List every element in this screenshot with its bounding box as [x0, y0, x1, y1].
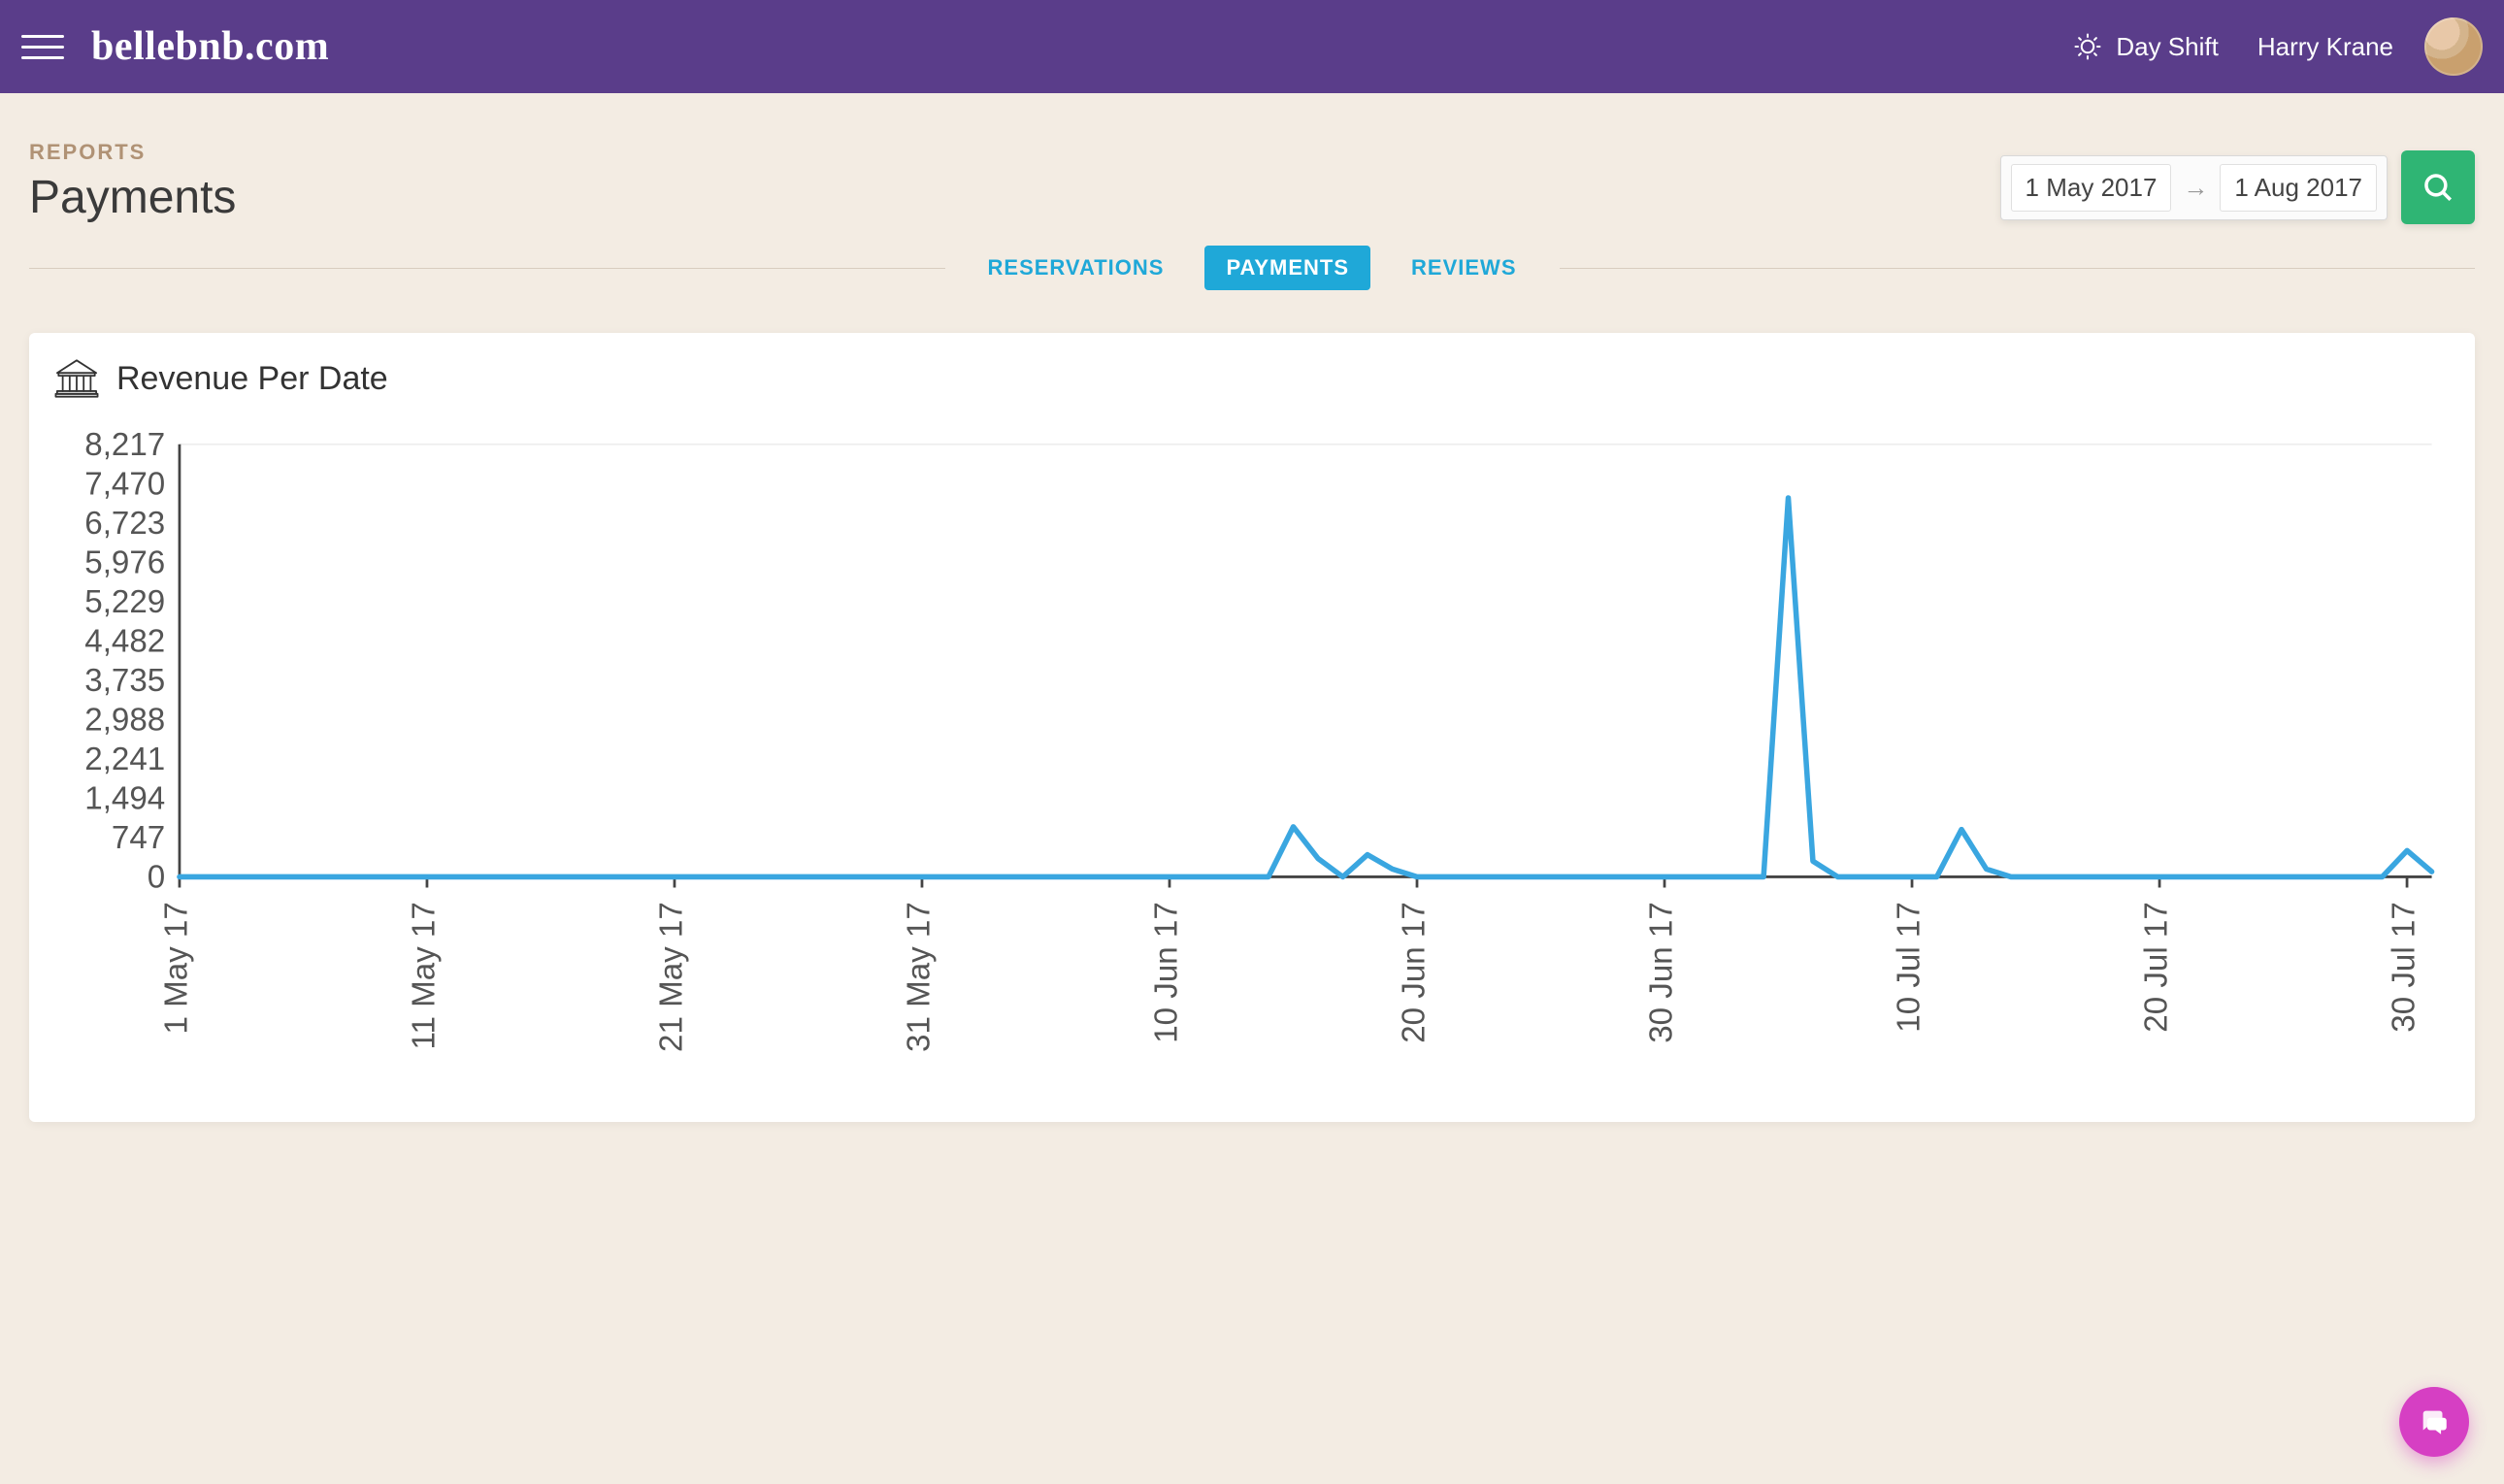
svg-text:6,723: 6,723	[84, 506, 165, 542]
menu-icon[interactable]	[21, 25, 64, 68]
chart-card: Revenue Per Date 0747 1,4942,241 2,9883,73…	[29, 333, 2475, 1122]
card-title: Revenue Per Date	[116, 360, 388, 398]
title-block: REPORTS Payments	[29, 140, 236, 224]
sun-icon	[2073, 32, 2102, 61]
svg-text:5,229: 5,229	[84, 584, 165, 620]
svg-text:10 Jun 17: 10 Jun 17	[1148, 902, 1184, 1043]
shift-toggle[interactable]: Day Shift	[2073, 32, 2219, 62]
svg-text:31 May 17: 31 May 17	[901, 902, 937, 1052]
date-to-input[interactable]: 1 Aug 2017	[2220, 164, 2377, 212]
divider-right	[1560, 268, 2476, 269]
svg-text:5,976: 5,976	[84, 544, 165, 580]
svg-text:2,241: 2,241	[84, 742, 165, 777]
svg-text:20 Jun 17: 20 Jun 17	[1396, 902, 1432, 1043]
page-title: Payments	[29, 171, 236, 224]
svg-text:21 May 17: 21 May 17	[653, 902, 689, 1052]
divider-left	[29, 268, 945, 269]
tab-payments[interactable]: PAYMENTS	[1204, 246, 1370, 290]
svg-text:30 Jul 17: 30 Jul 17	[2386, 902, 2422, 1033]
section-label: REPORTS	[29, 140, 236, 165]
chart-wrap: 0747 1,4942,241 2,9883,735 4,4825,229 5,9766…	[54, 430, 2450, 1073]
date-from-input[interactable]: 1 May 2017	[2011, 164, 2172, 212]
page-head: REPORTS Payments 1 May 2017 → 1 Aug 2017	[0, 93, 2504, 224]
svg-text:1,494: 1,494	[84, 780, 165, 816]
card-head: Revenue Per Date	[54, 356, 2450, 401]
tab-reservations[interactable]: RESERVATIONS	[967, 246, 1186, 290]
svg-text:10 Jul 17: 10 Jul 17	[1891, 902, 1927, 1033]
search-icon	[2422, 171, 2455, 204]
shift-label: Day Shift	[2116, 32, 2219, 62]
svg-text:747: 747	[112, 820, 165, 856]
svg-text:2,988: 2,988	[84, 702, 165, 738]
chat-icon	[2418, 1405, 2451, 1438]
chat-fab[interactable]	[2399, 1387, 2469, 1457]
app-header: bellebnb.com Day Shift Harry Krane	[0, 0, 2504, 93]
svg-text:7,470: 7,470	[84, 466, 165, 502]
date-search-controls: 1 May 2017 → 1 Aug 2017	[2000, 150, 2475, 224]
svg-text:20 Jul 17: 20 Jul 17	[2138, 902, 2174, 1033]
svg-text:1 May 17: 1 May 17	[158, 902, 194, 1034]
bank-icon	[54, 356, 99, 401]
svg-text:30 Jun 17: 30 Jun 17	[1643, 902, 1679, 1043]
svg-text:11 May 17: 11 May 17	[406, 902, 442, 1049]
avatar[interactable]	[2424, 17, 2483, 76]
search-button[interactable]	[2401, 150, 2475, 224]
tabs-row: RESERVATIONS PAYMENTS REVIEWS	[0, 246, 2504, 290]
tabs: RESERVATIONS PAYMENTS REVIEWS	[967, 246, 1538, 290]
user-name[interactable]: Harry Krane	[2257, 32, 2393, 62]
arrow-right-icon: →	[2183, 173, 2208, 203]
svg-text:8,217: 8,217	[84, 430, 165, 463]
svg-text:3,735: 3,735	[84, 663, 165, 699]
svg-text:0: 0	[148, 859, 165, 895]
svg-text:4,482: 4,482	[84, 623, 165, 659]
brand-logo[interactable]: bellebnb.com	[91, 23, 329, 70]
tab-reviews[interactable]: REVIEWS	[1390, 246, 1537, 290]
date-range-picker: 1 May 2017 → 1 Aug 2017	[2000, 155, 2388, 220]
line-chart: 0747 1,4942,241 2,9883,735 4,4825,229 5,9766…	[54, 430, 2450, 1073]
